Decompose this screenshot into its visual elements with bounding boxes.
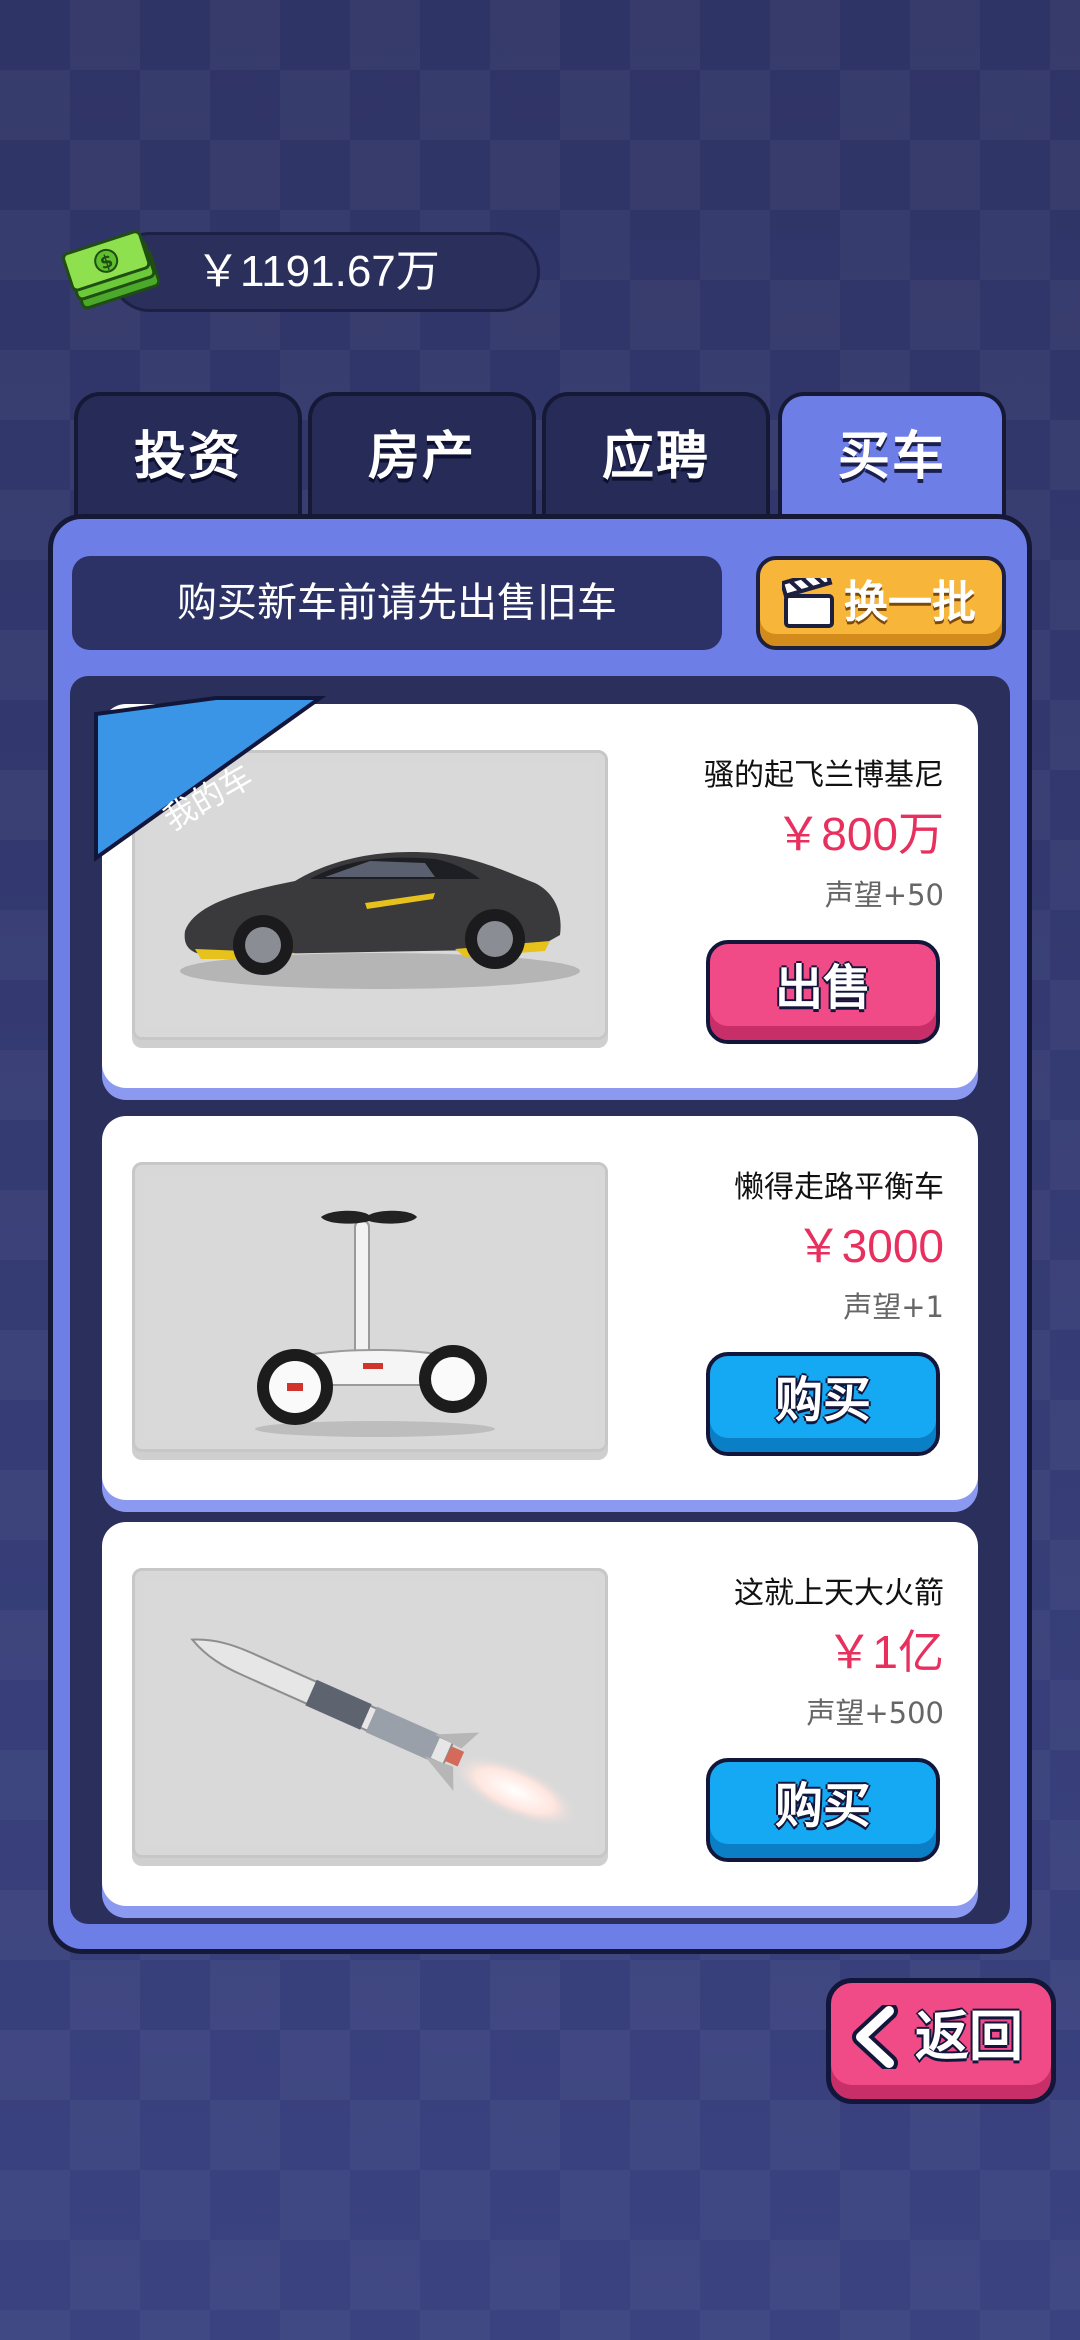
rocket-image — [190, 1638, 580, 1829]
balance-amount: ￥1191.67万 — [196, 247, 440, 296]
car-price: ￥3000 — [795, 1220, 944, 1272]
back-label: 返回 — [915, 2005, 1023, 2068]
notice-banner: 购买新车前请先出售旧车 — [72, 556, 722, 650]
clapperboard-icon — [782, 578, 834, 628]
buy-button[interactable]: 购买 — [706, 1352, 940, 1456]
car-card-sports: 我的车 骚的起飞兰博基尼 ￥800万 声望+50 出售 — [94, 696, 978, 1088]
refresh-label: 换一批 — [844, 577, 976, 628]
car-card-scooter: 懒得走路平衡车 ￥3000 声望+1 购买 — [102, 1116, 978, 1500]
car-name: 懒得走路平衡车 — [734, 1170, 944, 1205]
sell-button[interactable]: 出售 — [706, 940, 940, 1044]
car-name: 骚的起飞兰博基尼 — [704, 758, 944, 793]
car-image-frame — [132, 1568, 608, 1858]
car-fame: 声望+1 — [843, 1290, 944, 1324]
car-card-rocket: 这就上天大火箭 ￥1亿 声望+500 购买 — [102, 1522, 978, 1906]
car-price: ￥1亿 — [826, 1626, 944, 1678]
balance-scooter-image — [255, 1210, 495, 1437]
tab-property[interactable]: 房产 — [308, 392, 536, 520]
car-name: 这就上天大火箭 — [734, 1576, 944, 1611]
tab-buy-car[interactable]: 买车 — [778, 392, 1006, 528]
chevron-left-icon — [852, 2005, 898, 2069]
car-image-frame — [132, 1162, 608, 1452]
car-fame: 声望+500 — [806, 1696, 944, 1730]
back-button[interactable]: 返回 — [826, 1978, 1056, 2104]
car-price: ￥800万 — [775, 808, 944, 860]
cash-stack-icon: $ — [62, 230, 161, 310]
car-fame: 声望+50 — [824, 878, 944, 912]
refresh-button[interactable]: 换一批 — [756, 556, 1006, 650]
tab-jobs[interactable]: 应聘 — [542, 392, 770, 520]
tab-invest[interactable]: 投资 — [74, 392, 302, 520]
buy-button[interactable]: 购买 — [706, 1758, 940, 1862]
